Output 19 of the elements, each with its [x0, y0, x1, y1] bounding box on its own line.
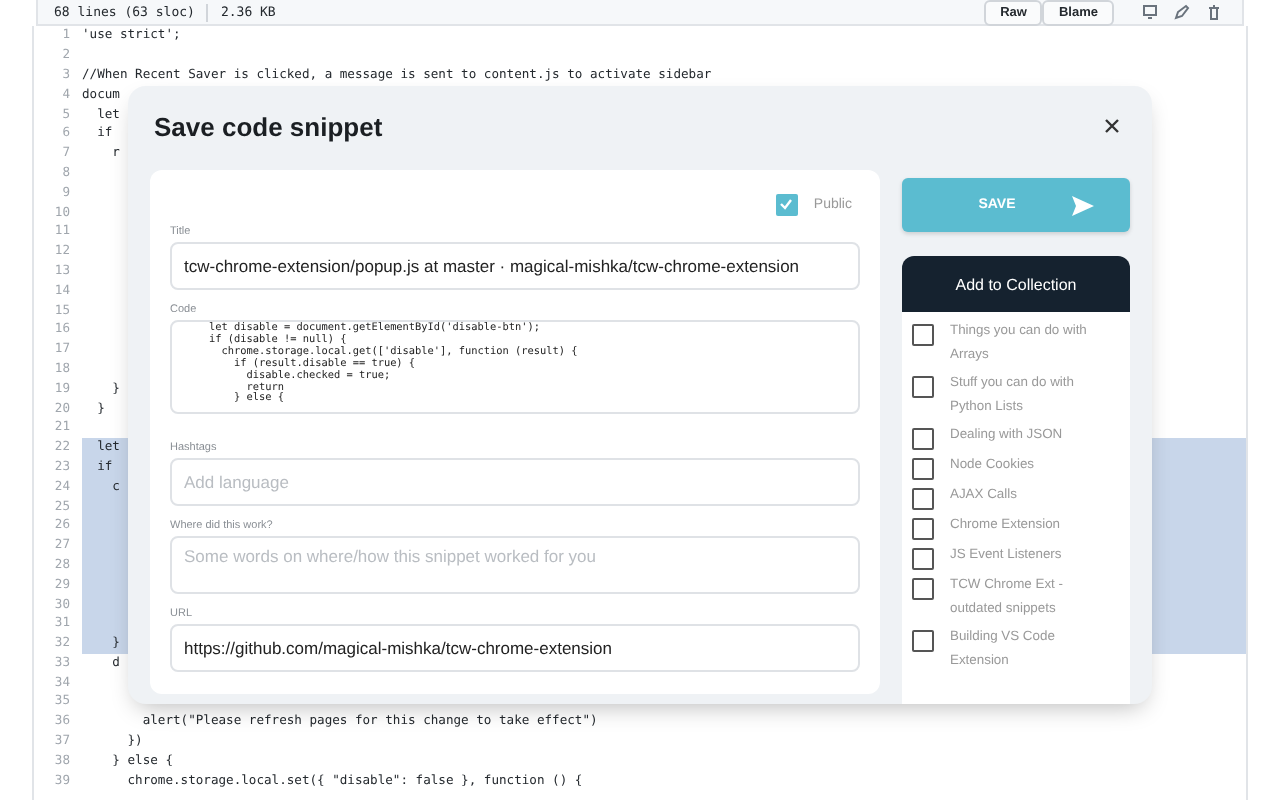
- collection-checkbox[interactable]: [912, 428, 934, 450]
- close-icon[interactable]: [1102, 116, 1122, 136]
- collection-checkbox[interactable]: [912, 488, 934, 510]
- collection-checkbox[interactable]: [912, 518, 934, 540]
- public-checkbox[interactable]: [775, 193, 798, 215]
- collection-checkbox[interactable]: [912, 324, 934, 346]
- collection-checkbox[interactable]: [912, 548, 934, 570]
- desktop-icon[interactable]: [1142, 4, 1158, 20]
- input-field[interactable]: https://github.com/magical-mishka/tcw-chrome-extension: [170, 624, 860, 672]
- input-field[interactable]: tcw-chrome-extension/popup.js at master · magical-mishka/tcw-chrome-extension: [170, 242, 860, 290]
- collection-checkbox[interactable]: [912, 578, 934, 600]
- collection-checkbox[interactable]: [912, 630, 934, 652]
- collection-header: Add to Collection: [902, 256, 1130, 312]
- collection-checkbox[interactable]: [912, 376, 934, 398]
- pencil-icon[interactable]: [1174, 4, 1190, 20]
- dialog-title: Save code snippet: [154, 111, 383, 141]
- trash-icon[interactable]: [1206, 4, 1222, 20]
- collection-checkbox[interactable]: [912, 458, 934, 480]
- send-icon: [1071, 195, 1094, 215]
